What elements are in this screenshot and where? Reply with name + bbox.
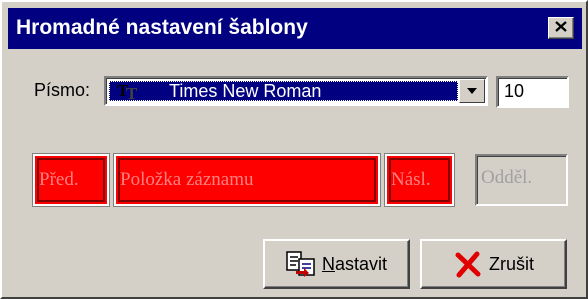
font-select-value: TT Times New Roman [109, 81, 458, 103]
font-select[interactable]: TT Times New Roman [104, 76, 488, 106]
dialog-window: Hromadné nastavení šablony Písmo: TT Tim… [0, 0, 588, 299]
next-field-label: Násl. [391, 169, 431, 190]
next-field[interactable]: Násl. [385, 154, 454, 206]
apply-template-icon [286, 250, 316, 278]
chevron-down-icon [466, 82, 478, 100]
separator-field-label: Odděl. [481, 167, 533, 188]
set-button[interactable]: Nastavit [263, 239, 410, 289]
font-name: Times New Roman [169, 81, 322, 101]
record-item-label: Položka záznamu [120, 169, 254, 190]
close-icon [555, 20, 567, 36]
separator-field[interactable]: Odděl. [475, 154, 568, 206]
truetype-font-icon: TT [117, 81, 138, 103]
title-bar[interactable]: Hromadné nastavení šablony [8, 8, 582, 49]
cancel-button-label: Zrušit [489, 253, 534, 274]
font-size-input[interactable]: 10 [496, 76, 569, 108]
set-button-label: Nastavit [321, 253, 388, 274]
red-x-icon [453, 250, 483, 278]
font-dropdown-button[interactable] [459, 79, 485, 103]
prev-field-label: Před. [39, 169, 79, 190]
record-item-field[interactable]: Položka záznamu [114, 154, 380, 206]
prev-field[interactable]: Před. [33, 154, 109, 206]
cancel-button[interactable]: Zrušit [420, 239, 567, 289]
font-label: Písmo: [34, 80, 91, 100]
window-title: Hromadné nastavení šablony [16, 16, 308, 39]
close-button[interactable] [548, 17, 574, 39]
